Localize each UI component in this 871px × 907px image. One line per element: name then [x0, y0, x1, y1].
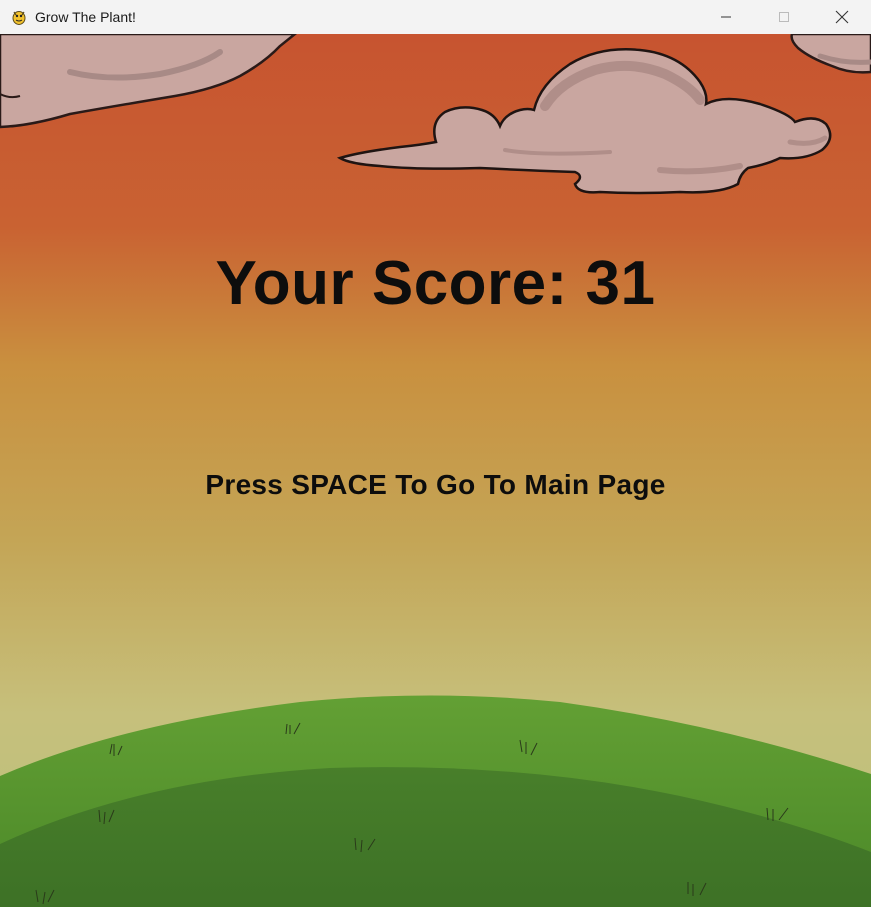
- close-icon: [835, 10, 849, 24]
- window-controls: [697, 0, 871, 34]
- pygame-snake-icon: [10, 8, 28, 26]
- maximize-button[interactable]: [755, 0, 813, 34]
- app-window: Grow The Plant! Your Score: 31 Press SPA…: [0, 0, 871, 907]
- return-prompt: Press SPACE To Go To Main Page: [205, 469, 666, 500]
- minimize-icon: [721, 16, 731, 18]
- title-bar[interactable]: Grow The Plant!: [0, 0, 871, 34]
- maximize-icon: [779, 12, 789, 22]
- score-label: Your Score: 31: [215, 249, 656, 318]
- game-canvas[interactable]: Your Score: 31 Press SPACE To Go To Main…: [0, 34, 871, 907]
- close-button[interactable]: [813, 0, 871, 34]
- window-title: Grow The Plant!: [35, 9, 136, 25]
- minimize-button[interactable]: [697, 0, 755, 34]
